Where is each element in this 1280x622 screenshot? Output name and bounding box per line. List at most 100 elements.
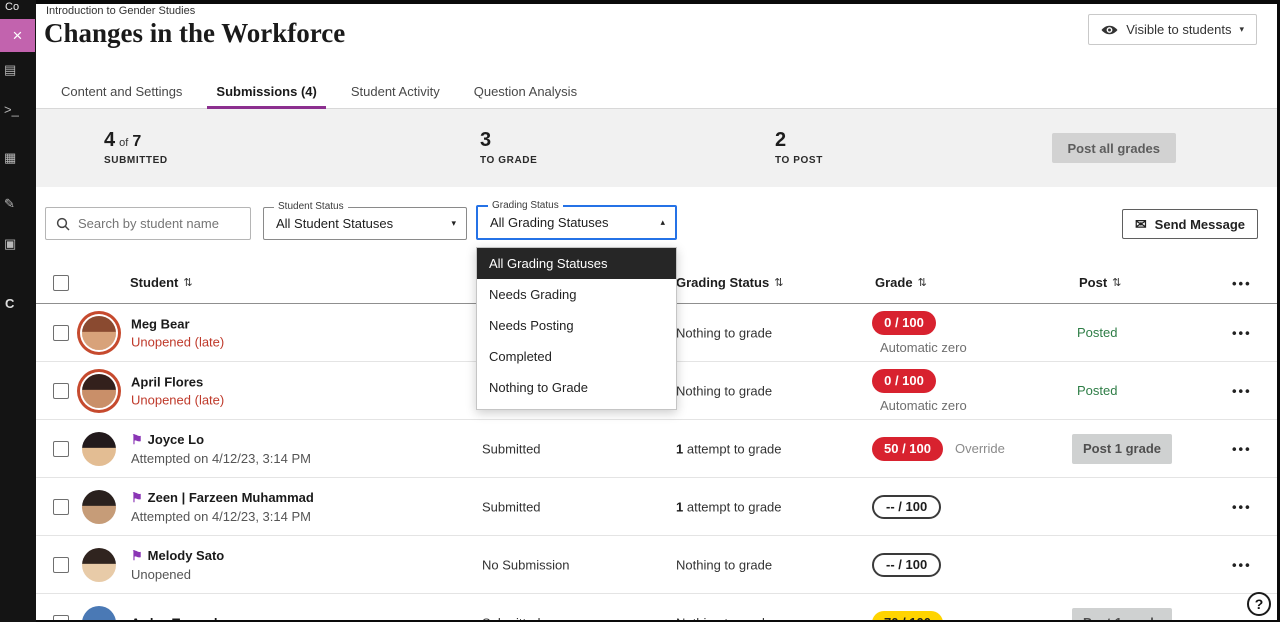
stat-to-post: 2 TO POST (775, 129, 823, 166)
send-message-button[interactable]: ✉ Send Message (1122, 209, 1258, 239)
flag-icon: ⚑ (131, 432, 143, 448)
column-header-grading-status[interactable]: Grading Status⇅ (676, 275, 783, 290)
student-cell: April Flores Unopened (late) (131, 374, 224, 407)
avatar (77, 427, 121, 471)
grade-cell: -- / 100 (872, 553, 941, 577)
tab-content-settings[interactable]: Content and Settings (44, 74, 199, 108)
chevron-down-icon: ▾ (1239, 24, 1244, 35)
column-header-post[interactable]: Post⇅ (1079, 275, 1121, 290)
grading-status-cell: Nothing to grade (676, 383, 772, 398)
row-checkbox[interactable] (53, 557, 69, 573)
post-all-grades-button[interactable]: Post all grades (1052, 133, 1176, 163)
grading-status-option[interactable]: Completed (477, 341, 676, 372)
grade-pill[interactable]: -- / 100 (872, 553, 941, 577)
stat-submitted-caption: SUBMITTED (104, 155, 168, 166)
table-menu-icon[interactable]: ••• (1232, 276, 1252, 291)
stat-submitted: 4 of 7 SUBMITTED (104, 129, 168, 166)
avatar (77, 311, 121, 355)
help-button[interactable]: ? (1247, 592, 1271, 616)
grading-status-option[interactable]: Needs Grading (477, 279, 676, 310)
student-substatus: Unopened (131, 567, 224, 582)
post-cell: Posted (1072, 324, 1117, 342)
close-panel-button[interactable]: × (0, 19, 35, 52)
grading-status-select[interactable]: Grading Status All Grading Statuses ▴ (476, 205, 677, 240)
student-search (45, 207, 251, 240)
grid-icon[interactable]: ▦ (4, 150, 16, 166)
sort-icon: ⇅ (183, 276, 192, 289)
posted-label: Posted (1077, 325, 1117, 340)
envelope-icon: ✉ (1135, 216, 1147, 233)
grading-status-cell: Nothing to grade (676, 557, 772, 572)
row-menu-icon[interactable]: ••• (1232, 325, 1252, 340)
grading-status-cell: 1 attempt to grade (676, 441, 782, 456)
avatar (77, 485, 121, 529)
post-grade-button[interactable]: Post 1 grade (1072, 608, 1172, 621)
row-menu-icon[interactable]: ••• (1232, 499, 1252, 514)
visibility-button[interactable]: Visible to students ▾ (1088, 14, 1257, 45)
row-checkbox[interactable] (53, 441, 69, 457)
student-name[interactable]: Melody Sato (148, 548, 225, 563)
pencil-icon[interactable]: ✎ (4, 196, 15, 212)
student-name[interactable]: Zeen | Farzeen Muhammad (148, 490, 314, 505)
row-checkbox[interactable] (53, 499, 69, 515)
sidebar-partial-text-top: Co (5, 1, 19, 13)
tab-student-activity[interactable]: Student Activity (334, 74, 457, 108)
grade-pill[interactable]: 50 / 100 (872, 437, 943, 461)
table-row: Arden Tuomala Submitted Nothing to grade… (36, 594, 1277, 620)
grading-status-cell: 1 attempt to grade (676, 499, 782, 514)
row-checkbox[interactable] (53, 383, 69, 399)
panel-icon[interactable]: ▣ (4, 236, 16, 252)
select-all-checkbox[interactable] (53, 275, 69, 291)
post-cell: Post 1 grade (1072, 608, 1172, 621)
post-cell: Post 1 grade (1072, 434, 1172, 464)
post-grade-button[interactable]: Post 1 grade (1072, 434, 1172, 464)
grade-note: Automatic zero (872, 398, 967, 413)
tab-question-analysis[interactable]: Question Analysis (457, 74, 594, 108)
student-name[interactable]: Joyce Lo (148, 432, 204, 447)
row-menu-icon[interactable]: ••• (1232, 615, 1252, 620)
row-menu-icon[interactable]: ••• (1232, 441, 1252, 456)
avatar (77, 369, 121, 413)
sort-icon: ⇅ (918, 276, 927, 289)
grading-status-option[interactable]: All Grading Statuses (477, 248, 676, 279)
post-cell: Posted (1072, 382, 1117, 400)
stats-bar: 4 of 7 SUBMITTED 3 TO GRADE 2 TO POST Po… (36, 109, 1277, 187)
student-cell: Arden Tuomala (131, 615, 225, 620)
student-substatus: Attempted on 4/12/23, 3:14 PM (131, 451, 311, 466)
flag-icon: ⚑ (131, 490, 143, 506)
tab-submissions[interactable]: Submissions (4) (199, 74, 333, 108)
row-checkbox[interactable] (53, 615, 69, 621)
breadcrumb[interactable]: Introduction to Gender Studies (46, 5, 195, 17)
column-header-grade[interactable]: Grade⇅ (875, 275, 927, 290)
code-icon[interactable]: >_ (4, 102, 19, 117)
stat-to-grade: 3 TO GRADE (480, 129, 537, 166)
grade-pill[interactable]: -- / 100 (872, 495, 941, 519)
student-name[interactable]: Arden Tuomala (131, 615, 225, 620)
row-checkbox[interactable] (53, 325, 69, 341)
grade-cell: 0 / 100 Automatic zero (872, 311, 967, 355)
assessment-panel: Introduction to Gender Studies Changes i… (36, 4, 1277, 620)
student-name[interactable]: April Flores (131, 374, 203, 389)
grade-pill[interactable]: 0 / 100 (872, 311, 936, 335)
grade-cell: 70 / 100 (872, 611, 943, 621)
row-menu-icon[interactable]: ••• (1232, 557, 1252, 572)
stat-to-grade-value: 3 (480, 129, 491, 152)
stat-to-grade-caption: TO GRADE (480, 155, 537, 166)
student-name[interactable]: Meg Bear (131, 316, 190, 331)
table-row: ⚑ Zeen | Farzeen Muhammad Attempted on 4… (36, 478, 1277, 536)
grade-cell: 0 / 100 Automatic zero (872, 369, 967, 413)
student-status-select[interactable]: Student Status All Student Statuses ▾ (263, 207, 467, 240)
eye-icon (1101, 24, 1118, 36)
grade-pill[interactable]: 0 / 100 (872, 369, 936, 393)
help-icon: ? (1255, 596, 1264, 612)
column-header-student[interactable]: Student⇅ (130, 275, 193, 290)
tab-bar: Content and Settings Submissions (4) Stu… (36, 74, 1277, 109)
submission-status-cell: No Submission (482, 557, 569, 572)
grading-status-option[interactable]: Nothing to Grade (477, 372, 676, 403)
student-cell: Meg Bear Unopened (late) (131, 316, 224, 349)
row-menu-icon[interactable]: ••• (1232, 383, 1252, 398)
grading-status-option[interactable]: Needs Posting (477, 310, 676, 341)
grade-pill[interactable]: 70 / 100 (872, 611, 943, 621)
notes-icon[interactable]: ▤ (4, 62, 16, 78)
search-input[interactable] (78, 216, 240, 231)
